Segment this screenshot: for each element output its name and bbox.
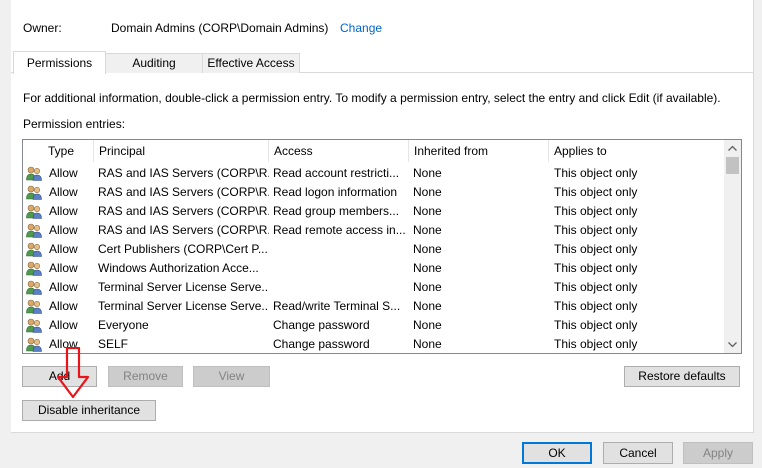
cell-applies: This object only bbox=[554, 337, 638, 351]
permission-entries-label: Permission entries: bbox=[23, 117, 126, 131]
user-group-icon bbox=[26, 242, 42, 257]
cell-inherited: None bbox=[413, 185, 442, 199]
cell-applies: This object only bbox=[554, 299, 638, 313]
user-group-icon bbox=[26, 185, 42, 200]
view-button[interactable]: View bbox=[193, 366, 270, 387]
scroll-up-arrow-icon[interactable] bbox=[724, 140, 741, 157]
tab-auditing[interactable]: Auditing bbox=[104, 53, 204, 73]
cell-type: Allow bbox=[49, 166, 78, 180]
user-group-icon bbox=[26, 318, 42, 333]
tab-permissions[interactable]: Permissions bbox=[13, 51, 106, 74]
cell-principal: SELF bbox=[98, 337, 129, 351]
permission-entries-list[interactable]: Type Principal Access Inherited from App… bbox=[22, 139, 742, 354]
cell-access: Read account restricti... bbox=[273, 166, 400, 180]
table-row[interactable]: Allow Cert Publishers (CORP\Cert P... None… bbox=[23, 240, 724, 259]
cell-principal: Cert Publishers (CORP\Cert P... bbox=[98, 242, 268, 256]
table-row[interactable]: Allow RAS and IAS Servers (CORP\R... Read … bbox=[23, 164, 724, 183]
column-header-inherited-from[interactable]: Inherited from bbox=[409, 140, 549, 162]
cell-type: Allow bbox=[49, 318, 78, 332]
cell-applies: This object only bbox=[554, 166, 638, 180]
cell-principal: Terminal Server License Serve... bbox=[98, 280, 269, 294]
disable-inheritance-button[interactable]: Disable inheritance bbox=[22, 400, 156, 421]
table-row[interactable]: Allow Terminal Server License Serve... Rea… bbox=[23, 297, 724, 316]
table-row[interactable]: Allow Everyone Change password None This obj… bbox=[23, 316, 724, 335]
column-header-applies-to[interactable]: Applies to bbox=[549, 140, 724, 162]
table-row[interactable]: Allow Terminal Server License Serve... Non… bbox=[23, 278, 724, 297]
cell-type: Allow bbox=[49, 261, 78, 275]
owner-label: Owner: bbox=[23, 21, 62, 35]
cell-access: Change password bbox=[273, 318, 370, 332]
table-row[interactable]: Allow Windows Authorization Acce... None Th… bbox=[23, 259, 724, 278]
cell-applies: This object only bbox=[554, 242, 638, 256]
cell-inherited: None bbox=[413, 261, 442, 275]
table-row[interactable]: Allow RAS and IAS Servers (CORP\R... Read … bbox=[23, 202, 724, 221]
cell-inherited: None bbox=[413, 242, 442, 256]
cell-principal: Windows Authorization Acce... bbox=[98, 261, 259, 275]
red-down-arrow-icon bbox=[56, 347, 90, 399]
cell-type: Allow bbox=[49, 204, 78, 218]
table-row[interactable]: Allow SELF Change password None This object … bbox=[23, 335, 724, 353]
table-row[interactable]: Allow RAS and IAS Servers (CORP\R... Read … bbox=[23, 183, 724, 202]
cell-inherited: None bbox=[413, 318, 442, 332]
cell-inherited: None bbox=[413, 166, 442, 180]
cell-access: Change password bbox=[273, 337, 370, 351]
info-text: For additional information, double-click… bbox=[23, 91, 721, 105]
cell-inherited: None bbox=[413, 280, 442, 294]
column-header-access[interactable]: Access bbox=[269, 140, 409, 162]
cell-access bbox=[273, 259, 409, 278]
cancel-button[interactable]: Cancel bbox=[603, 442, 673, 464]
remove-button[interactable]: Remove bbox=[108, 366, 183, 387]
cell-applies: This object only bbox=[554, 223, 638, 237]
tab-effective-access[interactable]: Effective Access bbox=[202, 53, 300, 73]
cell-access: Read/write Terminal S... bbox=[273, 299, 401, 313]
cell-inherited: None bbox=[413, 299, 442, 313]
table-row[interactable]: Allow RAS and IAS Servers (CORP\R... Read … bbox=[23, 221, 724, 240]
cell-type: Allow bbox=[49, 223, 78, 237]
cell-applies: This object only bbox=[554, 261, 638, 275]
cell-type: Allow bbox=[49, 185, 78, 199]
user-group-icon bbox=[26, 223, 42, 238]
column-header-type[interactable]: Type bbox=[43, 140, 94, 162]
cell-access: Read remote access in... bbox=[273, 223, 406, 237]
cell-type: Allow bbox=[49, 242, 78, 256]
cell-applies: This object only bbox=[554, 280, 638, 294]
cell-principal: RAS and IAS Servers (CORP\R... bbox=[98, 223, 269, 237]
cell-inherited: None bbox=[413, 223, 442, 237]
owner-value: Domain Admins (CORP\Domain Admins) bbox=[111, 21, 329, 35]
cell-applies: This object only bbox=[554, 204, 638, 218]
cell-applies: This object only bbox=[554, 318, 638, 332]
user-group-icon bbox=[26, 204, 42, 219]
user-group-icon bbox=[26, 299, 42, 314]
cell-principal: RAS and IAS Servers (CORP\R... bbox=[98, 166, 269, 180]
cell-inherited: None bbox=[413, 337, 442, 351]
cell-applies: This object only bbox=[554, 185, 638, 199]
user-group-icon bbox=[26, 337, 42, 352]
ok-button[interactable]: OK bbox=[522, 442, 592, 464]
cell-principal: Terminal Server License Serve... bbox=[98, 299, 269, 313]
cell-principal: RAS and IAS Servers (CORP\R... bbox=[98, 185, 269, 199]
vertical-scrollbar[interactable] bbox=[724, 140, 741, 353]
cell-type: Allow bbox=[49, 299, 78, 313]
cell-inherited: None bbox=[413, 204, 442, 218]
user-group-icon bbox=[26, 261, 42, 276]
list-header: Type Principal Access Inherited from App… bbox=[23, 140, 724, 162]
cell-access bbox=[273, 240, 409, 259]
cell-type: Allow bbox=[49, 280, 78, 294]
apply-button[interactable]: Apply bbox=[683, 442, 753, 464]
user-group-icon bbox=[26, 280, 42, 295]
column-header-principal[interactable]: Principal bbox=[94, 140, 269, 162]
scroll-down-arrow-icon[interactable] bbox=[724, 336, 741, 353]
restore-defaults-button[interactable]: Restore defaults bbox=[624, 366, 740, 387]
scrollbar-thumb[interactable] bbox=[726, 157, 739, 174]
cell-access: Read group members... bbox=[273, 204, 400, 218]
cell-access bbox=[273, 278, 409, 297]
cell-access: Read logon information bbox=[273, 185, 398, 199]
change-owner-link[interactable]: Change bbox=[340, 21, 382, 35]
user-group-icon bbox=[26, 166, 42, 181]
cell-principal: Everyone bbox=[98, 318, 149, 332]
cell-principal: RAS and IAS Servers (CORP\R... bbox=[98, 204, 269, 218]
